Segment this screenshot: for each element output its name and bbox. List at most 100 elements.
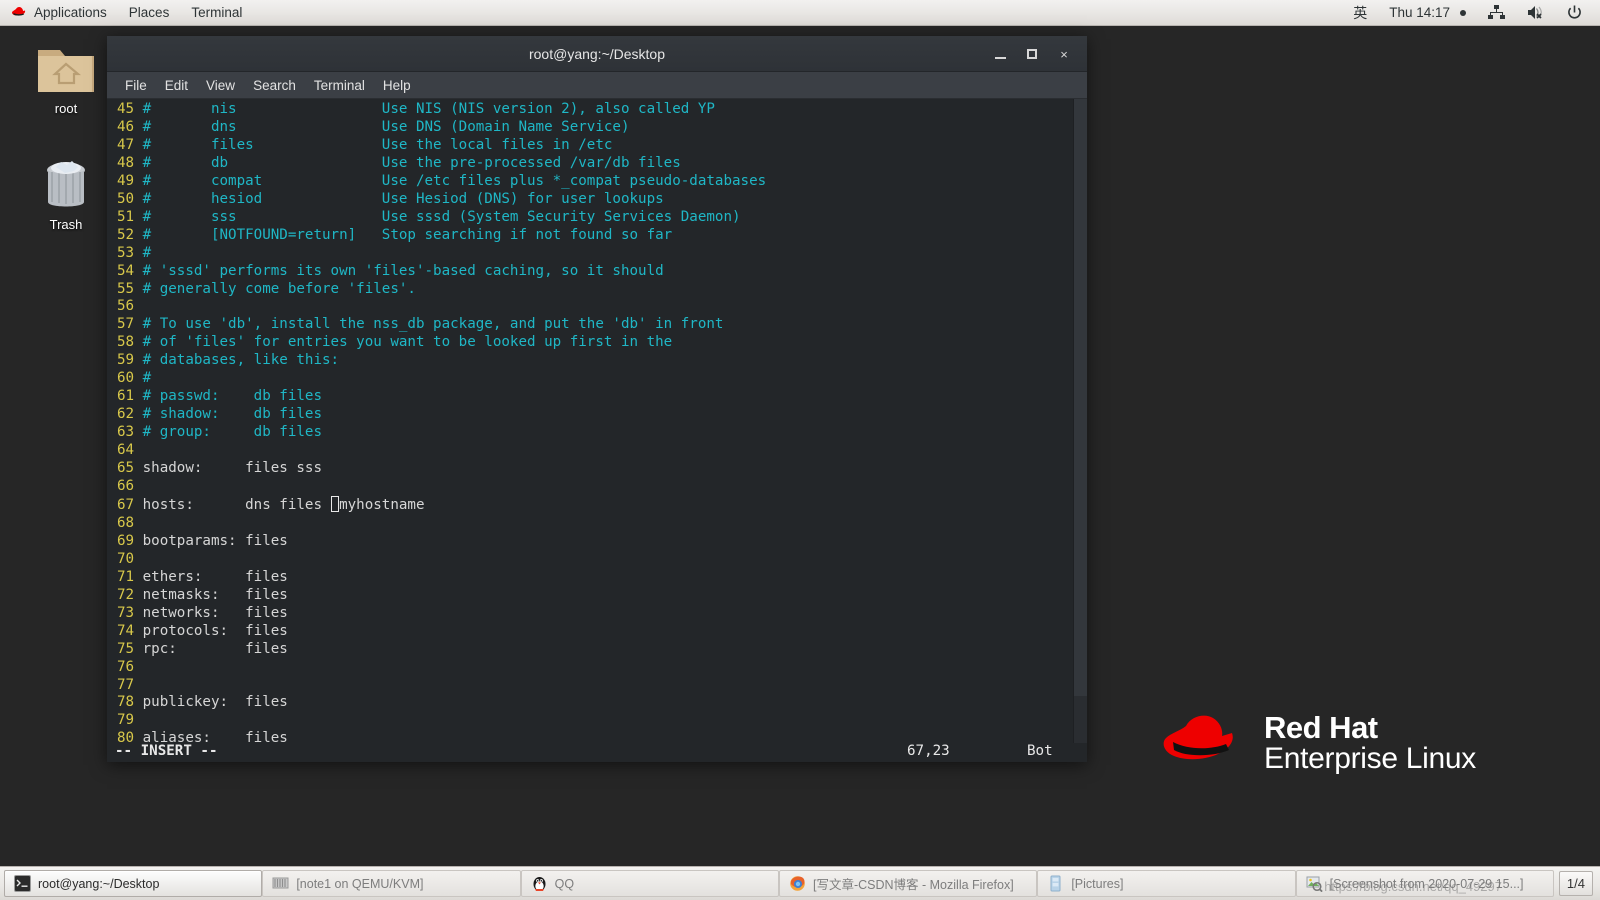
terminal-titlebar[interactable]: root@yang:~/Desktop × [107, 36, 1087, 72]
line-number: 53 [117, 244, 143, 261]
minimize-button[interactable] [985, 40, 1015, 68]
virtmanager-icon [272, 877, 289, 889]
taskbar-item-terminal[interactable]: root@yang:~/Desktop [4, 870, 263, 897]
line-text: publickey: files [142, 694, 288, 711]
home-folder-icon [20, 34, 112, 96]
line-number: 77 [117, 676, 143, 693]
desktop-icon-root[interactable]: root [20, 34, 112, 116]
editor-line: 76 [117, 659, 1073, 677]
clock-label: Thu 14:17 [1389, 5, 1450, 20]
line-number: 75 [117, 640, 143, 657]
vim-mode-label: -- INSERT -- [115, 743, 218, 759]
line-text: # passwd: db files [142, 388, 322, 405]
line-number: 60 [117, 370, 143, 387]
taskbar-item-screenshot[interactable]: [Screenshot from 2020-07-29 15...] [1295, 870, 1554, 897]
taskbar-item-pictures[interactable]: [Pictures] [1037, 870, 1296, 897]
taskbar-item-screenshot-label: [Screenshot from 2020-07-29 15...] [1329, 876, 1524, 891]
line-number: 59 [117, 352, 143, 369]
editor-line: 68 [117, 515, 1073, 533]
network-icon [1488, 5, 1505, 19]
places-menu[interactable]: Places [118, 0, 181, 25]
line-text: # dns Use DNS (Domain Name Service) [142, 118, 630, 135]
line-text: # [142, 370, 152, 387]
terminal-scrollbar[interactable] [1073, 99, 1087, 762]
editor-line: 62 # shadow: db files [117, 406, 1073, 424]
editor-line: 53 # [117, 245, 1073, 263]
power-icon [1568, 5, 1581, 19]
line-number: 70 [117, 550, 143, 567]
menu-search[interactable]: Search [244, 76, 305, 95]
taskbar-item-firefox-label: [写文章-CSDN博客 - Mozilla Firefox] [812, 878, 1014, 892]
applications-menu[interactable]: Applications [0, 0, 118, 25]
desktop-icon-trash[interactable]: Trash [20, 150, 112, 232]
input-method-label: 英 [1353, 4, 1368, 21]
top-panel-menus: Applications Places Terminal [0, 0, 253, 25]
text-cursor [330, 495, 340, 512]
firefox-icon [790, 876, 805, 891]
input-method-indicator[interactable]: 英 [1343, 0, 1377, 25]
line-number: 63 [117, 424, 143, 441]
line-number: 76 [117, 658, 143, 675]
vim-scroll-indicator: Bot [1027, 743, 1053, 759]
editor-line: 52 # [NOTFOUND=return] Stop searching if… [117, 227, 1073, 245]
line-number: 56 [117, 298, 143, 315]
line-number: 45 [117, 101, 143, 117]
line-number: 57 [117, 316, 143, 333]
network-indicator[interactable] [1478, 0, 1515, 25]
volume-indicator[interactable] [1517, 0, 1555, 25]
line-number: 58 [117, 334, 143, 351]
line-text: networks: files [142, 604, 288, 621]
line-number: 78 [117, 694, 143, 711]
terminal-menu[interactable]: Terminal [180, 0, 253, 25]
volume-muted-icon [1528, 6, 1542, 19]
terminal-title: root@yang:~/Desktop [528, 45, 665, 62]
terminal-body[interactable]: 45 # nis Use NIS (NIS version 2), also c… [107, 99, 1087, 762]
editor-line: 46 # dns Use DNS (Domain Name Service) [117, 119, 1073, 137]
terminal-window[interactable]: root@yang:~/Desktop × File Edit View Sea… [107, 36, 1087, 762]
vim-editor-buffer[interactable]: 45 # nis Use NIS (NIS version 2), also c… [107, 99, 1073, 762]
editor-line: 63 # group: db files [117, 424, 1073, 442]
menu-view[interactable]: View [197, 76, 244, 95]
taskbar-item-terminal-label: root@yang:~/Desktop [38, 876, 160, 891]
taskbar-item-qq[interactable]: QQ [520, 870, 779, 897]
line-number: 51 [117, 208, 143, 225]
close-button[interactable]: × [1049, 40, 1079, 68]
line-text: # db Use the pre-processed /var/db files [142, 154, 681, 171]
line-text: # sss Use sssd (System Security Services… [142, 208, 741, 225]
editor-line: 60 # [117, 370, 1073, 388]
taskbar-item-firefox[interactable]: [写文章-CSDN博客 - Mozilla Firefox] [778, 870, 1038, 897]
line-number: 55 [117, 280, 143, 297]
top-panel: Applications Places Terminal 英 Thu 14:17 [0, 0, 1600, 26]
qq-penguin-icon [533, 877, 546, 891]
line-number: 46 [117, 118, 143, 135]
menu-help[interactable]: Help [374, 76, 420, 95]
power-menu[interactable] [1557, 0, 1592, 25]
editor-line: 59 # databases, like this: [117, 352, 1073, 370]
editor-line: 79 [117, 712, 1073, 730]
taskbar-item-qq-label: QQ [554, 876, 575, 891]
editor-line: 50 # hesiod Use Hesiod (DNS) for user lo… [117, 191, 1073, 209]
line-number: 67 [117, 496, 143, 513]
editor-line: 71 ethers: files [117, 569, 1073, 587]
line-number: 72 [117, 586, 143, 603]
redhat-hat-icon [12, 7, 26, 16]
workspace-pager[interactable]: 1/4 [1558, 871, 1593, 896]
editor-line: 78 publickey: files [117, 694, 1073, 712]
menu-terminal[interactable]: Terminal [305, 76, 374, 95]
editor-line: 77 [117, 677, 1073, 695]
taskbar-item-virtmanager[interactable]: [note1 on QEMU/KVM] [262, 870, 521, 897]
line-text: # files Use the local files in /etc [142, 136, 613, 153]
clock[interactable]: Thu 14:17 [1379, 0, 1476, 25]
editor-line: 45 # nis Use NIS (NIS version 2), also c… [117, 101, 1073, 119]
menu-file[interactable]: File [116, 76, 156, 95]
maximize-button[interactable] [1017, 40, 1047, 68]
scrollbar-thumb[interactable] [1074, 99, 1087, 696]
line-text: # generally come before 'files'. [142, 280, 416, 297]
editor-line: 55 # generally come before 'files'. [117, 281, 1073, 299]
menu-edit[interactable]: Edit [156, 76, 197, 95]
line-number: 50 [117, 190, 143, 207]
trash-icon [20, 150, 112, 212]
desktop-icon-trash-label: Trash [49, 217, 83, 232]
editor-line: 73 networks: files [117, 605, 1073, 623]
line-number: 54 [117, 262, 143, 279]
